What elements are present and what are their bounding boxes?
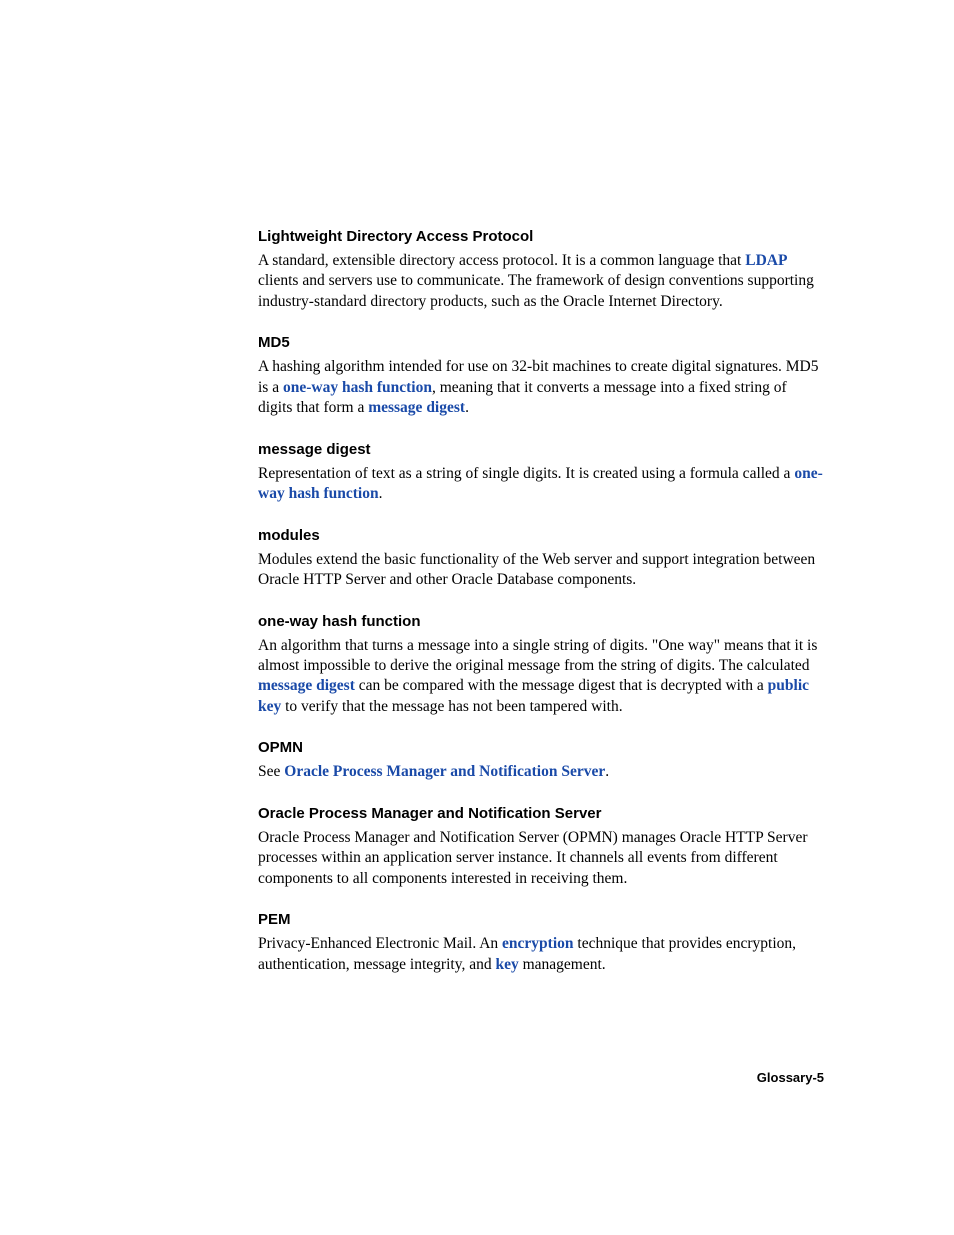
glossary-term: MD5: [258, 334, 824, 351]
cross-reference-link[interactable]: message digest: [258, 677, 355, 694]
cross-reference-link[interactable]: message digest: [368, 399, 465, 416]
glossary-definition: A standard, extensible directory access …: [258, 251, 824, 312]
cross-reference-link[interactable]: one-way hash function: [283, 379, 432, 396]
glossary-term: modules: [258, 527, 824, 544]
glossary-definition: See Oracle Process Manager and Notificat…: [258, 762, 824, 782]
cross-reference-link[interactable]: key: [495, 956, 518, 973]
glossary-definition: An algorithm that turns a message into a…: [258, 636, 824, 718]
glossary-term: one-way hash function: [258, 613, 824, 630]
page-footer: Glossary-5: [757, 1070, 824, 1085]
glossary-entries: Lightweight Directory Access Protocol A s…: [258, 228, 824, 975]
glossary-definition: Privacy-Enhanced Electronic Mail. An enc…: [258, 934, 824, 975]
cross-reference-link[interactable]: one-way hash function: [258, 465, 823, 502]
glossary-term: message digest: [258, 441, 824, 458]
cross-reference-link[interactable]: LDAP: [745, 252, 787, 269]
glossary-term: Lightweight Directory Access Protocol: [258, 228, 824, 245]
glossary-definition: Representation of text as a string of si…: [258, 464, 824, 505]
glossary-term: OPMN: [258, 739, 824, 756]
glossary-term: PEM: [258, 911, 824, 928]
page: Lightweight Directory Access Protocol A s…: [0, 0, 954, 1235]
glossary-term: Oracle Process Manager and Notification …: [258, 805, 824, 822]
cross-reference-link[interactable]: Oracle Process Manager and Notification …: [284, 763, 605, 780]
glossary-definition: A hashing algorithm intended for use on …: [258, 357, 824, 418]
cross-reference-link[interactable]: encryption: [502, 935, 573, 952]
glossary-definition: Oracle Process Manager and Notification …: [258, 828, 824, 889]
glossary-definition: Modules extend the basic functionality o…: [258, 550, 824, 591]
